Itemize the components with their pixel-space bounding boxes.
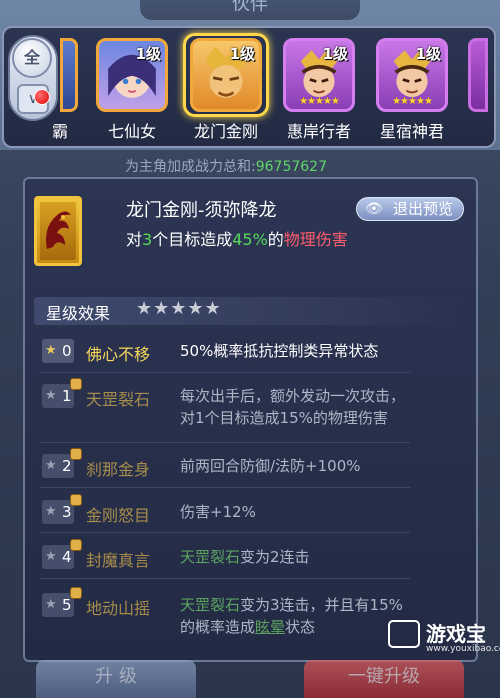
hero-card-qixiannv[interactable]: 1级	[96, 38, 168, 112]
skill-icon	[34, 196, 82, 266]
hero-name: 龙门金刚	[193, 122, 258, 141]
effect-name: 天罡裂石	[86, 390, 151, 409]
effect-name: 金刚怒目	[86, 506, 151, 525]
hero-name: 星宿神君	[379, 122, 444, 141]
star-effect-row: ★ 0 佛心不移 50%概率抵抗控制类异常状态	[34, 339, 458, 365]
hero-card-xingxiushenjun[interactable]: 1级 ★★★★★	[376, 38, 448, 112]
one-click-upgrade-button[interactable]: 一键升级	[304, 660, 464, 698]
effect-name: 佛心不移	[86, 345, 151, 364]
effect-text: 每次出手后，额外发动一次攻击， 对1个目标造成15%的物理伤害	[180, 387, 406, 427]
hero-name: 七仙女	[107, 122, 156, 141]
hero-card-huianxingzhe[interactable]: 1级 ★★★★★	[283, 38, 355, 112]
divider	[40, 442, 410, 443]
gamepad-icon	[388, 620, 420, 648]
star-icon: ★	[45, 597, 57, 612]
hero-card-partial[interactable]	[60, 38, 78, 112]
upgrade-button[interactable]: 升 级	[36, 660, 196, 698]
star-effect-row: ★ 4 封魔真言 天罡裂石变为2连击	[34, 539, 458, 571]
star-level-badge: ★ 0	[42, 339, 74, 363]
hero-card-partial-right[interactable]	[468, 38, 488, 112]
power-label: 为主角加成战力总和:	[125, 159, 256, 175]
hero-name: 惠岸行者	[286, 122, 351, 141]
selected-hero-frame	[183, 33, 269, 117]
hero-level: 1级	[135, 45, 161, 63]
effect-text: 天罡裂石变为2连击	[180, 548, 310, 566]
notification-dot	[34, 89, 50, 105]
exit-preview-label: 退出预览	[392, 200, 453, 218]
effect-text: 50%概率抵抗控制类异常状态	[180, 342, 379, 360]
star-icon: ★	[45, 458, 57, 473]
star-rating: ★★★★★	[136, 298, 222, 319]
effect-text: 天罡裂石变为3连击，并且有15% 的概率造成眩晕状态	[180, 596, 403, 636]
lock-icon	[70, 539, 82, 551]
divider	[40, 578, 410, 579]
skill-title: 龙门金刚-须弥降龙	[126, 200, 277, 221]
power-line: 为主角加成战力总和:96757627	[125, 156, 327, 176]
filter-all-button[interactable]: 全	[12, 38, 52, 78]
eye-icon: 👁	[365, 201, 383, 217]
divider	[40, 532, 410, 533]
lock-icon	[70, 587, 82, 599]
watermark-name: 游戏宝	[426, 622, 486, 646]
divider	[40, 487, 410, 488]
star-effect-row: ★ 3 金刚怒目 伤害+12%	[34, 494, 458, 526]
watermark-logo: 游戏宝 www.youxibao.com	[388, 616, 500, 662]
star-effects-label: 星级效果	[46, 304, 111, 323]
lock-icon	[70, 378, 82, 390]
star-icon: ★	[45, 504, 57, 519]
hero-level: 1级	[322, 45, 348, 63]
skill-description: 对3个目标造成45%的物理伤害	[126, 230, 348, 249]
lock-icon	[70, 448, 82, 460]
effect-name: 封魔真言	[86, 551, 151, 570]
power-value: 96757627	[255, 159, 327, 175]
star-effects-header: 星级效果 ★★★★★	[34, 297, 458, 325]
effect-text: 前两回合防御/法防+100%	[180, 457, 361, 475]
star-icon: ★	[45, 549, 57, 564]
divider	[40, 372, 410, 373]
star-icon: ★	[45, 343, 57, 358]
hero-name: 霸	[51, 122, 68, 141]
star-icon: ★	[45, 388, 57, 403]
effect-text: 伤害+12%	[180, 503, 256, 521]
effect-name: 地动山摇	[86, 599, 151, 618]
star-effect-row: ★ 1 天罡裂石 每次出手后，额外发动一次攻击， 对1个目标造成15%的物理伤害	[34, 378, 458, 432]
star-effect-row: ★ 2 刹那金身 前两回合防御/法防+100%	[34, 448, 458, 480]
dragon-icon	[46, 211, 71, 249]
exit-preview-button[interactable]: 👁 退出预览	[356, 197, 464, 221]
hero-level: 1级	[415, 45, 441, 63]
hero-stars: ★★★★★	[392, 96, 433, 107]
hero-stars: ★★★★★	[299, 96, 340, 107]
page-title: 伙伴	[140, 0, 360, 20]
effect-name: 刹那金身	[86, 460, 151, 479]
watermark-url: www.youxibao.com	[426, 644, 500, 654]
lock-icon	[70, 494, 82, 506]
